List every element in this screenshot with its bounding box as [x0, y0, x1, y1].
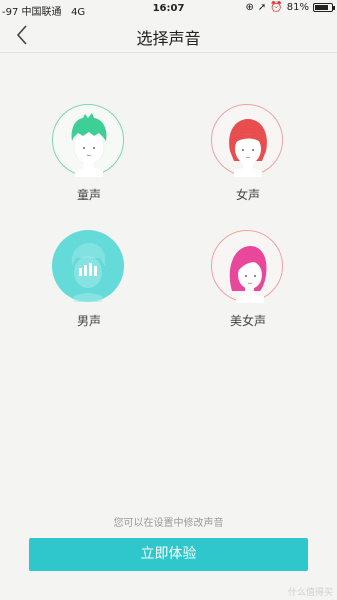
child-face-icon — [71, 113, 107, 177]
man-face-icon — [71, 243, 106, 302]
alarm-icon: ⏰ — [270, 2, 283, 13]
voice-label-child: 童声 — [76, 188, 101, 202]
beauty-face-icon — [229, 246, 267, 303]
voice-label-beauty: 美女声 — [229, 314, 266, 328]
lock-rotation-icon: ⊕ — [245, 2, 254, 13]
watermark: 什么值得买 — [287, 588, 333, 598]
voice-option-beauty[interactable]: 美女声 — [211, 230, 285, 330]
audio-bar — [94, 266, 97, 276]
voice-label-man: 男声 — [76, 314, 101, 328]
battery-percent: 81% — [286, 2, 309, 13]
audio-bar — [89, 263, 92, 276]
try-now-button[interactable]: 立即体验 — [29, 538, 308, 571]
battery-icon — [313, 3, 335, 12]
voice-circle-child — [52, 104, 124, 177]
audio-bar — [84, 265, 87, 276]
battery-fill — [315, 5, 328, 10]
nav-bar: 选择声音 — [0, 18, 337, 53]
woman-face-icon — [229, 119, 267, 177]
voice-option-child[interactable]: 童声 — [52, 104, 126, 204]
voice-circle-beauty — [211, 230, 283, 303]
settings-hint: 您可以在设置中修改声音 — [113, 518, 224, 529]
location-icon: ➚ — [257, 2, 267, 13]
status-right: ⊕ ➚ ⏰ 81% — [245, 2, 335, 13]
status-bar: -97 中国联通 4G 16:07 ⊕ ➚ ⏰ 81% — [0, 0, 337, 18]
voice-label-woman: 女声 — [235, 188, 260, 202]
audio-bar — [79, 268, 82, 276]
voice-circle-man-selected — [52, 230, 124, 302]
voice-circle-woman — [211, 104, 283, 177]
voice-option-man[interactable]: 男声 — [52, 230, 126, 330]
voice-option-woman[interactable]: 女声 — [211, 104, 285, 204]
page-title: 选择声音 — [136, 29, 201, 48]
